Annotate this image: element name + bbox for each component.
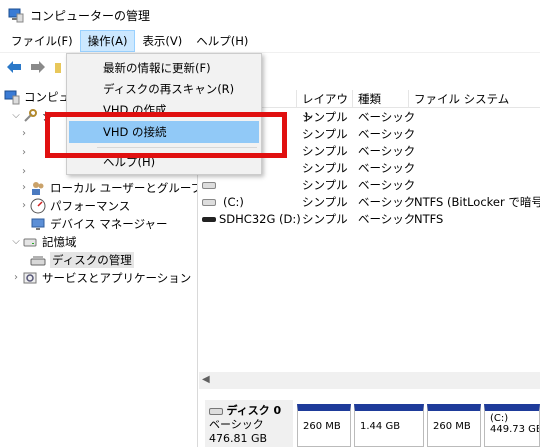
scroll-left-icon[interactable]: ◀ <box>202 374 210 385</box>
disk-icon <box>209 407 223 415</box>
volume-type: ベーシック <box>358 127 416 141</box>
chevron-down-icon[interactable]: ⌵ <box>10 110 22 121</box>
column-filesystem[interactable]: ファイル システム <box>408 90 540 108</box>
title-bar: コンピューターの管理 <box>0 0 540 30</box>
menu-action[interactable]: 操作(A) <box>79 30 136 52</box>
tree-item-task-scheduler[interactable]: › <box>18 125 30 142</box>
tree-item-shared-folders[interactable]: › <box>18 163 30 180</box>
partition-2[interactable]: 1.44 GB <box>354 404 424 447</box>
disk-graph: ディスク 0 ベーシック 476.81 GB 260 MB 1.44 GB 26… <box>199 394 540 447</box>
partition-size: 449.73 GB <box>490 424 540 435</box>
partition-c[interactable]: (C:) 449.73 GB <box>484 404 540 447</box>
volume-layout: シンプル <box>302 144 348 158</box>
chevron-right-icon[interactable]: › <box>10 272 22 283</box>
device-manager-icon <box>30 216 46 232</box>
drive-icon <box>202 194 219 211</box>
volume-type: ベーシック <box>358 195 416 209</box>
volume-filesystem: NTFS <box>414 212 444 226</box>
storage-icon <box>22 234 38 250</box>
tree-item-performance[interactable]: › パフォーマンス <box>18 197 130 214</box>
tree-item-event-viewer[interactable]: › <box>18 144 30 161</box>
chevron-right-icon[interactable]: › <box>18 200 30 211</box>
partition-3[interactable]: 260 MB <box>427 404 481 447</box>
chevron-right-icon[interactable]: › <box>18 166 30 177</box>
disk-type: ベーシック <box>209 418 264 431</box>
volume-layout: シンプル <box>302 161 348 175</box>
highlight-annotation-box <box>45 112 287 158</box>
chevron-right-icon[interactable]: › <box>18 147 30 158</box>
tree-item-label: ディスクの管理 <box>50 251 134 268</box>
disk-size: 476.81 GB <box>209 432 268 445</box>
chevron-down-icon[interactable]: ⌵ <box>10 236 22 247</box>
column-layout[interactable]: レイアウト <box>296 90 352 124</box>
volume-layout: シンプル <box>302 195 348 209</box>
forward-button[interactable] <box>28 57 48 77</box>
tree-item-storage[interactable]: ⌵ 記憶域 <box>10 233 77 250</box>
volume-type: ベーシック <box>358 144 416 158</box>
tree-root[interactable]: コンピュ <box>4 88 70 105</box>
tree-item-label: パフォーマンス <box>50 198 131 213</box>
partition-size: 1.44 GB <box>360 421 401 432</box>
back-arrow-icon <box>7 60 21 73</box>
partition-size: 260 MB <box>433 421 471 432</box>
tree-root-label: コンピュ <box>24 89 70 104</box>
volume-layout: シンプル <box>302 212 348 226</box>
tree-item-disk-management[interactable]: ディスクの管理 <box>30 251 134 268</box>
partition-1[interactable]: 260 MB <box>297 404 351 447</box>
partition-size: 260 MB <box>303 421 341 432</box>
users-icon <box>30 180 46 196</box>
computer-management-icon <box>8 7 24 23</box>
window-title: コンピューターの管理 <box>30 8 151 23</box>
volume-layout: シンプル <box>302 178 348 192</box>
tree-item-label: デバイス マネージャー <box>50 216 168 231</box>
chevron-right-icon[interactable]: › <box>18 182 30 193</box>
volume-type: ベーシック <box>358 110 416 124</box>
menu-item-refresh[interactable]: 最新の情報に更新(F) <box>69 57 259 79</box>
menu-view[interactable]: 表示(V) <box>135 30 189 52</box>
volume-type: ベーシック <box>358 212 416 226</box>
chevron-right-icon[interactable]: › <box>18 128 30 139</box>
tree-item-label: 記憶域 <box>42 234 77 249</box>
tree-item-device-manager[interactable]: デバイス マネージャー <box>30 215 168 232</box>
drive-icon <box>202 177 219 194</box>
column-type[interactable]: 種類 <box>352 90 408 108</box>
partition-name: (C:) <box>490 413 509 424</box>
sd-card-icon <box>202 211 219 228</box>
disk-management-icon <box>30 252 46 268</box>
volume-type: ベーシック <box>358 161 416 175</box>
tree-item-label: サービスとアプリケーション <box>42 270 192 285</box>
volume-name: (C:) <box>223 195 244 209</box>
tree-item-local-users[interactable]: › ローカル ユーザーとグループ <box>18 179 198 196</box>
forward-arrow-icon <box>31 60 45 73</box>
menu-item-rescan-disks[interactable]: ディスクの再スキャン(R) <box>69 78 259 100</box>
tree-item-label: ローカル ユーザーとグループ <box>50 180 198 195</box>
tree-item-services-apps[interactable]: › サービスとアプリケーション <box>10 269 191 286</box>
menu-bar: ファイル(F) 操作(A) 表示(V) ヘルプ(H) <box>0 30 540 52</box>
disk-0-label[interactable]: ディスク 0 ベーシック 476.81 GB <box>205 400 293 447</box>
disk-name: ディスク 0 <box>226 404 282 417</box>
volume-name: SDHC32G (D:) <box>219 212 301 226</box>
performance-icon <box>30 198 46 214</box>
back-button[interactable] <box>4 57 24 77</box>
services-icon <box>22 270 38 286</box>
volume-filesystem: NTFS (BitLocker で暗号化 <box>414 195 540 209</box>
volume-layout: シンプル <box>302 127 348 141</box>
volume-row[interactable]: SDHC32G (D:) シンプル ベーシック NTFS <box>199 211 540 228</box>
volume-row[interactable]: (C:) シンプル ベーシック NTFS (BitLocker で暗号化 <box>199 194 540 211</box>
volume-layout: シンプル <box>302 110 348 124</box>
horizontal-scrollbar[interactable]: ◀ <box>199 372 540 389</box>
menu-help[interactable]: ヘルプ(H) <box>189 30 255 52</box>
volume-type: ベーシック <box>358 178 416 192</box>
menu-file[interactable]: ファイル(F) <box>4 30 80 52</box>
tools-icon <box>22 108 38 124</box>
volume-row[interactable]: シンプル ベーシック <box>199 177 540 194</box>
computer-icon <box>4 89 20 105</box>
